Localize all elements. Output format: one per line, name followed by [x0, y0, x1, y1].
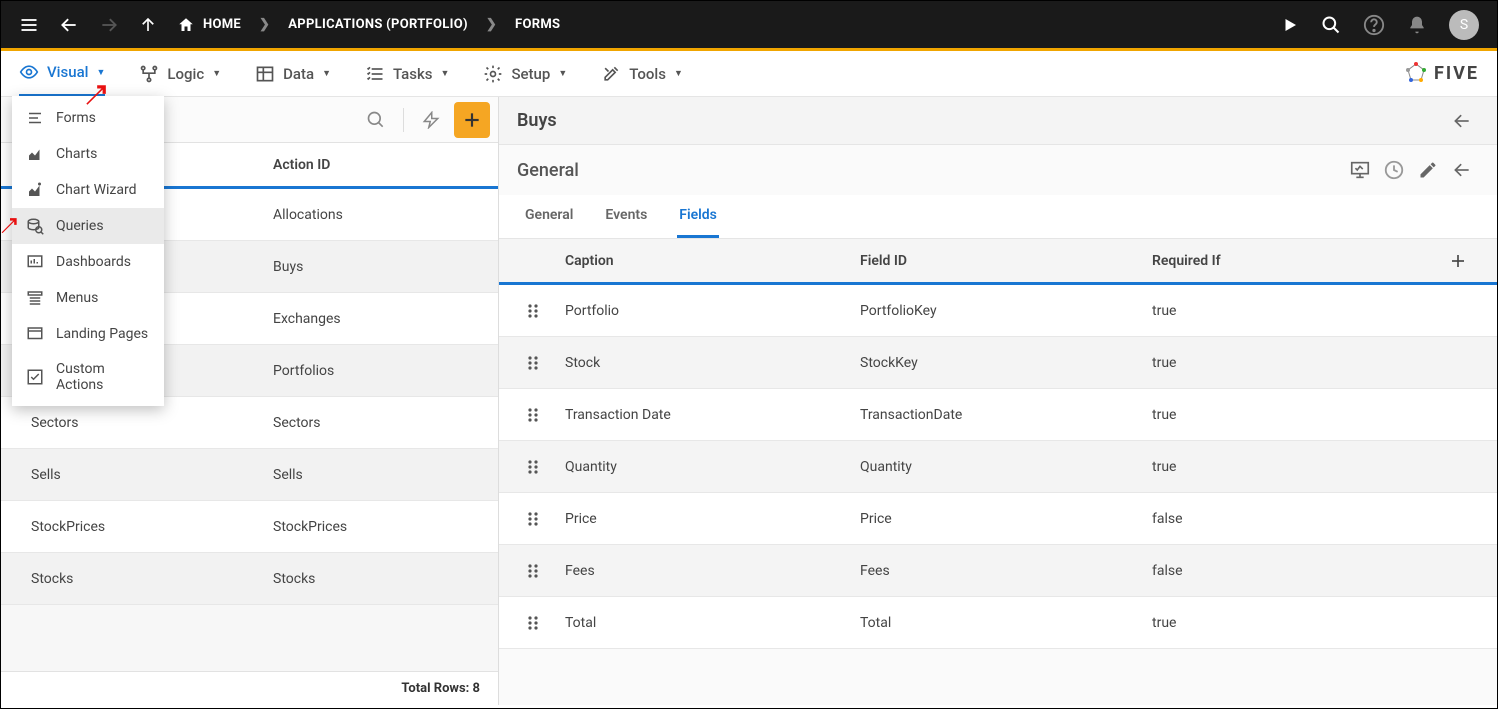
- divider: [403, 108, 404, 132]
- annotation-arrow: [82, 82, 108, 108]
- col-caption: Caption: [565, 253, 860, 269]
- tab-events[interactable]: Events: [603, 195, 649, 238]
- triangle-down-icon: ▼: [558, 68, 567, 79]
- menu-data-label: Data: [283, 65, 314, 83]
- chevron-right-icon: ❯: [486, 17, 497, 32]
- col-fieldid: Field ID: [860, 253, 1152, 269]
- right-subheader: General: [499, 145, 1497, 195]
- menu-setup-label: Setup: [511, 65, 550, 83]
- menu-tools[interactable]: Tools ▼: [601, 64, 683, 84]
- menu-visual-label: Visual: [47, 63, 88, 81]
- charts-icon: [26, 145, 44, 163]
- forward-icon: [99, 15, 119, 35]
- breadcrumb-applications[interactable]: APPLICATIONS (PORTFOLIO): [288, 17, 468, 32]
- breadcrumb: HOME ❯ APPLICATIONS (PORTFOLIO) ❯ FORMS: [177, 16, 560, 34]
- back-icon[interactable]: [59, 15, 79, 35]
- drag-icon[interactable]: [527, 355, 565, 371]
- table-row[interactable]: StockStockKeytrue: [499, 337, 1497, 389]
- drag-icon[interactable]: [527, 459, 565, 475]
- drag-icon[interactable]: [527, 615, 565, 631]
- topbar: HOME ❯ APPLICATIONS (PORTFOLIO) ❯ FORMS …: [1, 1, 1497, 51]
- dropdown-menus[interactable]: Menus: [12, 280, 164, 316]
- help-icon[interactable]: [1363, 14, 1385, 36]
- triangle-down-icon: ▼: [674, 68, 683, 79]
- menubar: Visual ▼ Logic ▼ Data ▼ Tasks ▼ Setup ▼ Tools…: [1, 51, 1497, 97]
- table-row[interactable]: FeesFeesfalse: [499, 545, 1497, 597]
- breadcrumb-home-label: HOME: [203, 17, 241, 32]
- drag-icon[interactable]: [527, 407, 565, 423]
- custom-icon: [26, 368, 44, 386]
- table-row[interactable]: QuantityQuantitytrue: [499, 441, 1497, 493]
- table-row[interactable]: StocksStocks: [1, 553, 498, 605]
- menus-icon: [26, 289, 44, 307]
- left-footer: Total Rows: 8: [1, 671, 498, 705]
- table-row[interactable]: SellsSells: [1, 449, 498, 501]
- triangle-down-icon: ▼: [212, 68, 221, 79]
- right-tabs: General Events Fields: [499, 195, 1497, 239]
- menu-tasks[interactable]: Tasks ▼: [365, 64, 449, 84]
- dropdown-dashboards[interactable]: Dashboards: [12, 244, 164, 280]
- back-arrow-button[interactable]: [1445, 153, 1479, 187]
- menu-data[interactable]: Data ▼: [255, 64, 331, 84]
- dashboards-icon: [26, 253, 44, 271]
- forms-icon: [26, 109, 44, 127]
- search-icon[interactable]: [1321, 15, 1341, 35]
- col-required: Required If: [1152, 253, 1449, 269]
- menu-tasks-label: Tasks: [393, 65, 433, 83]
- dropdown-landing[interactable]: Landing Pages: [12, 316, 164, 352]
- brand-logo: FIVE: [1404, 62, 1479, 86]
- dropdown-custom[interactable]: Custom Actions: [12, 352, 164, 402]
- dropdown-charts[interactable]: Charts: [12, 136, 164, 172]
- play-icon[interactable]: [1281, 16, 1299, 34]
- right-column-header: Caption Field ID Required If: [499, 239, 1497, 285]
- up-icon[interactable]: [139, 16, 157, 34]
- page-title: Buys: [517, 110, 557, 131]
- bell-icon[interactable]: [1407, 15, 1427, 35]
- right-rows: PortfolioPortfolioKeytrue StockStockKeyt…: [499, 285, 1497, 705]
- visual-dropdown: Forms Charts Chart Wizard Queries Dashbo…: [12, 96, 164, 406]
- table-row[interactable]: PricePricefalse: [499, 493, 1497, 545]
- brand-text: FIVE: [1434, 63, 1479, 84]
- table-row[interactable]: PortfolioPortfolioKeytrue: [499, 285, 1497, 337]
- tab-fields[interactable]: Fields: [677, 195, 719, 238]
- drag-icon[interactable]: [527, 511, 565, 527]
- triangle-down-icon: ▼: [441, 68, 450, 79]
- table-row[interactable]: Transaction DateTransactionDatetrue: [499, 389, 1497, 441]
- annotation-arrow: [0, 214, 20, 234]
- breadcrumb-forms[interactable]: FORMS: [515, 17, 560, 32]
- triangle-down-icon: ▼: [96, 67, 105, 78]
- table-row[interactable]: StockPricesStockPrices: [1, 501, 498, 553]
- add-field-button[interactable]: [1449, 252, 1479, 270]
- right-pane: Buys General General Events Fields Capti…: [499, 97, 1497, 705]
- drag-icon[interactable]: [527, 563, 565, 579]
- dropdown-queries[interactable]: Queries: [12, 208, 164, 244]
- search-button[interactable]: [359, 103, 393, 137]
- landing-icon: [26, 325, 44, 343]
- main: Action ID Allocations Buys Exchanges Por…: [1, 97, 1497, 705]
- drag-icon[interactable]: [527, 303, 565, 319]
- monitor-icon[interactable]: [1343, 153, 1377, 187]
- queries-icon: [26, 217, 44, 235]
- menu-logic[interactable]: Logic ▼: [139, 64, 221, 84]
- right-header: Buys: [499, 97, 1497, 145]
- back-arrow-button[interactable]: [1445, 104, 1479, 138]
- chevron-right-icon: ❯: [259, 17, 270, 32]
- chartwizard-icon: [26, 181, 44, 199]
- add-button[interactable]: [454, 102, 490, 138]
- menu-setup[interactable]: Setup ▼: [483, 64, 567, 84]
- tab-general[interactable]: General: [523, 195, 575, 238]
- breadcrumb-home[interactable]: HOME: [177, 16, 241, 34]
- table-row[interactable]: TotalTotaltrue: [499, 597, 1497, 649]
- section-title: General: [517, 160, 579, 181]
- history-icon[interactable]: [1377, 153, 1411, 187]
- menu-tools-label: Tools: [629, 65, 666, 83]
- avatar[interactable]: S: [1449, 10, 1479, 40]
- bolt-button[interactable]: [414, 103, 448, 137]
- triangle-down-icon: ▼: [322, 68, 331, 79]
- menu-icon[interactable]: [19, 15, 39, 35]
- dropdown-chartwizard[interactable]: Chart Wizard: [12, 172, 164, 208]
- col-action-id: Action ID: [273, 157, 330, 173]
- edit-icon[interactable]: [1411, 153, 1445, 187]
- menu-logic-label: Logic: [167, 65, 204, 83]
